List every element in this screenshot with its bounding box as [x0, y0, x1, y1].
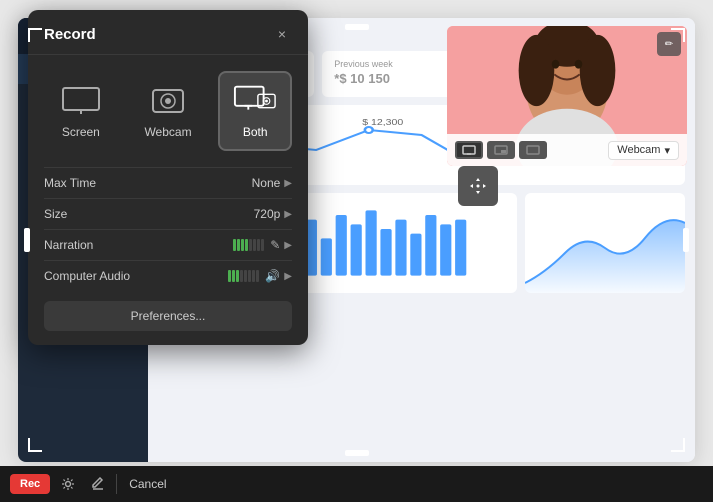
screen-type-label: Screen [62, 125, 100, 139]
size-label: Size [44, 207, 254, 221]
setting-row-maxtime: Max Time None ▶ [44, 167, 292, 198]
vol-seg-a2 [232, 270, 235, 282]
record-type-screen[interactable]: Screen [44, 71, 118, 151]
vol-seg-4 [245, 239, 248, 251]
vol-seg-6 [253, 239, 256, 251]
setting-row-audio: Computer Audio 🔊 ▶ [44, 260, 292, 291]
both-type-label: Both [243, 125, 268, 139]
dialog-header: Record × [28, 10, 308, 55]
maxtime-arrow[interactable]: ▶ [284, 178, 292, 189]
corner-br-handle[interactable] [671, 438, 685, 452]
vol-seg-5 [249, 239, 252, 251]
webcam-ctrl-pip[interactable] [487, 141, 515, 159]
record-dialog: Record × Screen Webcam [28, 10, 308, 345]
record-type-both[interactable]: Both [218, 71, 292, 151]
vol-seg-a3 [236, 270, 239, 282]
vol-seg-a8 [256, 270, 259, 282]
webcam-controls: Webcam ▾ [447, 134, 687, 166]
narration-arrow[interactable]: ▶ [284, 240, 292, 251]
side-handle-bottom[interactable] [345, 450, 369, 456]
vol-seg-7 [257, 239, 260, 251]
vol-seg-a6 [248, 270, 251, 282]
side-handle-left[interactable] [24, 228, 30, 252]
bottom-bar: Rec Cancel [0, 466, 713, 502]
narration-volume-bar [233, 239, 264, 251]
vol-seg-8 [261, 239, 264, 251]
corner-tr-handle[interactable] [671, 28, 685, 42]
side-handle-top[interactable] [345, 24, 369, 30]
webcam-type-label: Webcam [144, 125, 191, 139]
vol-seg-2 [237, 239, 240, 251]
record-types: Screen Webcam [28, 55, 308, 167]
rec-button[interactable]: Rec [10, 474, 50, 494]
svg-text:$ 12,300: $ 12,300 [362, 118, 403, 127]
audio-label: Computer Audio [44, 269, 228, 283]
webcam-dropdown-label: Webcam [617, 144, 660, 156]
size-arrow[interactable]: ▶ [284, 209, 292, 220]
move-handle[interactable] [458, 166, 498, 206]
dialog-close-button[interactable]: × [272, 24, 292, 44]
cancel-button[interactable]: Cancel [123, 473, 172, 495]
audio-volume-bar [228, 270, 259, 282]
narration-label: Narration [44, 238, 233, 252]
vol-seg-3 [241, 239, 244, 251]
area-chart [525, 193, 685, 293]
vol-seg-a1 [228, 270, 231, 282]
audio-arrow[interactable]: ▶ [284, 271, 292, 282]
vol-seg-1 [233, 239, 236, 251]
vol-seg-a7 [252, 270, 255, 282]
setting-row-size: Size 720p ▶ [44, 198, 292, 229]
webcam-ctrl-full[interactable] [519, 141, 547, 159]
side-handle-right[interactable] [683, 228, 689, 252]
webcam-preview: ✏ Webcam ▾ [447, 26, 687, 166]
corner-bl-handle[interactable] [28, 438, 42, 452]
both-record-icon [233, 83, 277, 119]
speaker-icon[interactable]: 🔊 [265, 269, 280, 283]
webcam-source-dropdown[interactable]: Webcam ▾ [608, 141, 679, 160]
webcam-dropdown-arrow: ▾ [664, 144, 670, 157]
webcam-ctrl-screen[interactable] [455, 141, 483, 159]
settings-list: Max Time None ▶ Size 720p ▶ Narration ✎ [28, 167, 308, 291]
setting-row-narration: Narration ✎ ▶ [44, 229, 292, 260]
corner-tl-handle[interactable] [28, 28, 42, 42]
webcam-record-icon [146, 83, 190, 119]
settings-icon-btn[interactable] [56, 472, 80, 496]
maxtime-label: Max Time [44, 176, 252, 190]
vol-seg-a5 [244, 270, 247, 282]
dialog-title: Record [44, 26, 96, 43]
record-type-webcam[interactable]: Webcam [130, 71, 207, 151]
edit-icon-btn[interactable] [86, 472, 110, 496]
size-value: 720p [254, 207, 281, 221]
maxtime-value: None [252, 176, 281, 190]
vol-seg-a4 [240, 270, 243, 282]
preferences-button[interactable]: Preferences... [44, 301, 292, 331]
divider [116, 474, 117, 494]
screen-record-icon [59, 83, 103, 119]
mic-icon[interactable]: ✎ [270, 238, 280, 252]
